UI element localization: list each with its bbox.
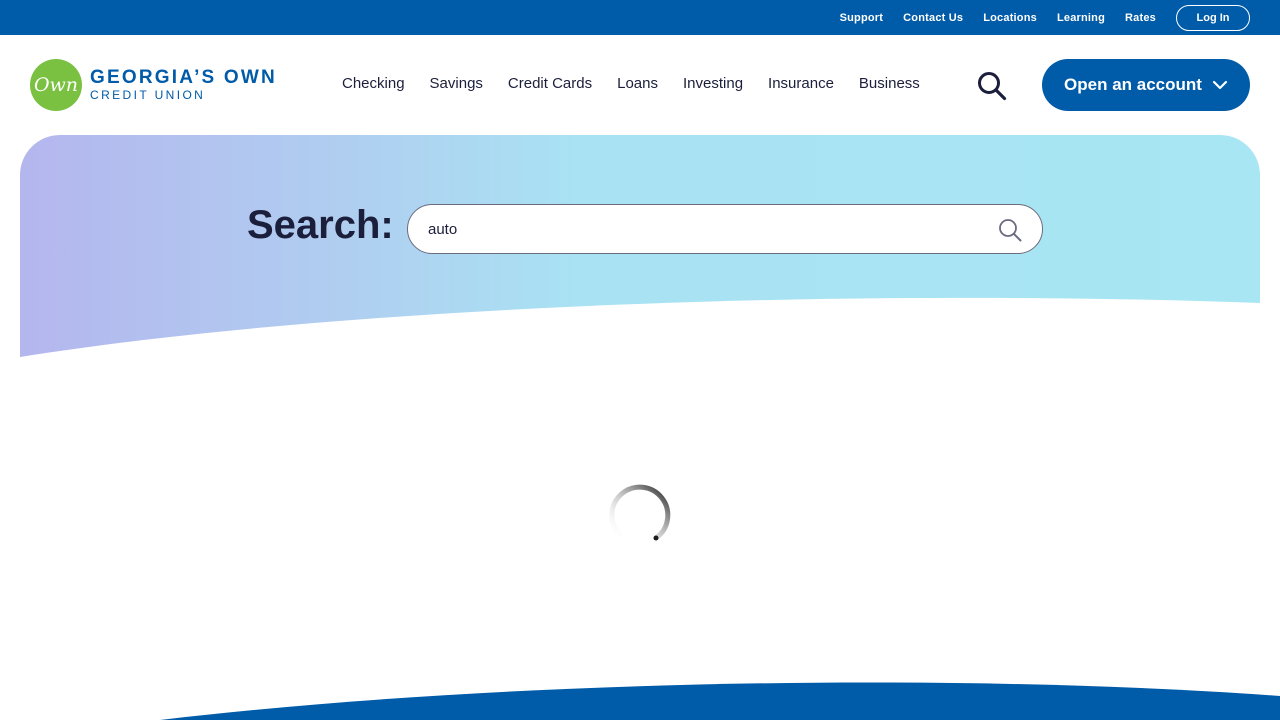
main-nav: Checking Savings Credit Cards Loans Inve… xyxy=(342,75,920,92)
search-hero: Search: xyxy=(20,135,1260,357)
open-account-label: Open an account xyxy=(1064,75,1202,94)
utility-link-support[interactable]: Support xyxy=(840,12,884,24)
utility-nav: Support Contact Us Locations Learning Ra… xyxy=(840,12,1156,24)
site-logo[interactable]: Own GEORGIA’S OWN CREDIT UNION xyxy=(30,59,277,111)
utility-bar: Support Contact Us Locations Learning Ra… xyxy=(0,0,1280,35)
utility-link-learning[interactable]: Learning xyxy=(1057,12,1105,24)
utility-link-rates[interactable]: Rates xyxy=(1125,12,1156,24)
chevron-down-icon xyxy=(1212,75,1228,95)
hero-wave-divider xyxy=(20,297,1260,357)
nav-item-insurance[interactable]: Insurance xyxy=(768,75,834,92)
logo-line-1: GEORGIA’S OWN xyxy=(90,67,277,88)
search-heading: Search: xyxy=(247,203,394,247)
nav-item-loans[interactable]: Loans xyxy=(617,75,658,92)
nav-item-investing[interactable]: Investing xyxy=(683,75,743,92)
logo-line-2: CREDIT UNION xyxy=(90,88,206,102)
nav-item-savings[interactable]: Savings xyxy=(430,75,483,92)
nav-item-credit-cards[interactable]: Credit Cards xyxy=(508,75,592,92)
open-account-button[interactable]: Open an account xyxy=(1042,59,1250,111)
logo-wordmark: GEORGIA’S OWN CREDIT UNION xyxy=(90,67,277,103)
site-header: Own GEORGIA’S OWN CREDIT UNION Checking … xyxy=(0,35,1280,135)
search-input[interactable] xyxy=(428,205,988,253)
search-box xyxy=(407,204,1043,254)
footer-wave-divider xyxy=(160,682,1280,720)
utility-link-contact-us[interactable]: Contact Us xyxy=(903,12,963,24)
nav-item-business[interactable]: Business xyxy=(859,75,920,92)
loading-spinner-icon xyxy=(606,481,674,549)
search-submit-icon[interactable] xyxy=(998,218,1022,242)
nav-item-checking[interactable]: Checking xyxy=(342,75,405,92)
utility-link-locations[interactable]: Locations xyxy=(983,12,1037,24)
logo-mark: Own xyxy=(30,59,82,111)
login-button[interactable]: Log In xyxy=(1176,4,1250,31)
search-icon[interactable] xyxy=(976,71,1008,101)
